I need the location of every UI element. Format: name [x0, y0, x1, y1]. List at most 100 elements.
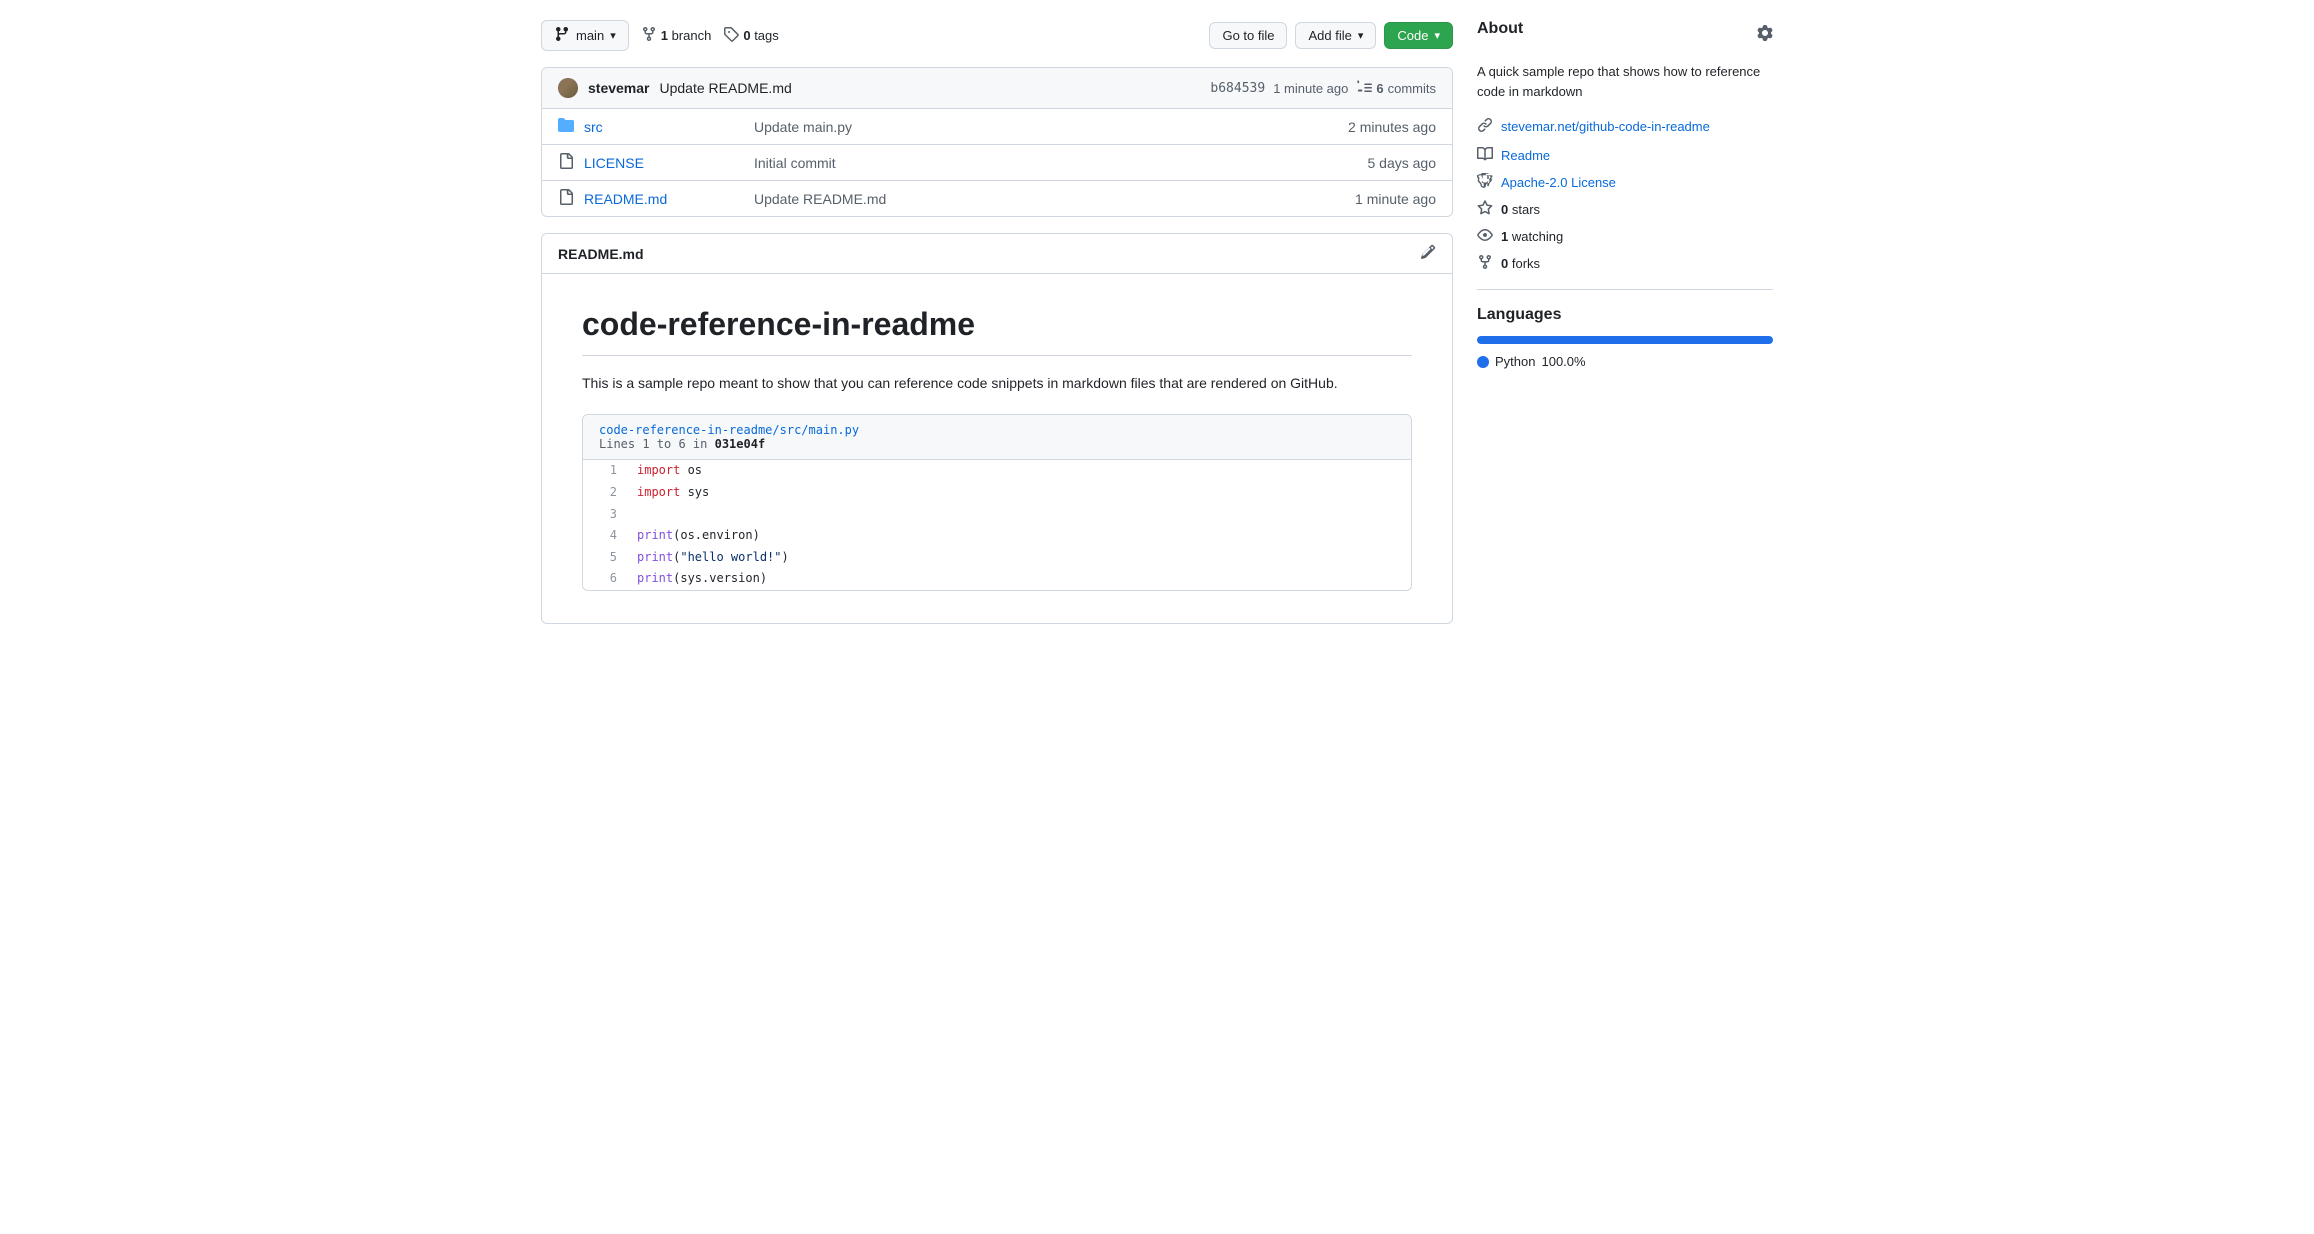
language-percent: 100.0%: [1541, 354, 1585, 369]
forks-count[interactable]: 0 forks: [1501, 256, 1540, 271]
line-code: import sys: [633, 482, 1411, 504]
tag-count[interactable]: 0 tags: [743, 28, 778, 43]
readme-item: Readme: [1477, 146, 1773, 165]
table-row: README.md Update README.md 1 minute ago: [542, 181, 1452, 216]
code-button[interactable]: Code ▾: [1384, 22, 1453, 49]
link-icon: [1477, 117, 1493, 136]
star-icon: [1477, 200, 1493, 219]
about-website-url: stevemar.net/github-code-in-readme: [1501, 119, 1710, 134]
eye-icon: [1477, 227, 1493, 246]
go-to-file-button[interactable]: Go to file: [1209, 22, 1287, 49]
readme-box: README.md code-reference-in-readme This …: [541, 233, 1453, 624]
chevron-down-icon: ▾: [610, 29, 616, 42]
readme-header: README.md: [542, 234, 1452, 274]
file-commit-msg: Initial commit: [754, 155, 1358, 171]
line-number: 6: [583, 568, 633, 590]
line-number: 4: [583, 525, 633, 547]
file-name[interactable]: LICENSE: [584, 155, 744, 171]
edit-readme-button[interactable]: [1420, 244, 1436, 263]
branch-selector-button[interactable]: main ▾: [541, 20, 629, 51]
about-title: About: [1477, 20, 1523, 38]
branch-fork-icon: [641, 26, 657, 45]
readme-label[interactable]: Readme: [1501, 148, 1550, 163]
toolbar-right: Go to file Add file ▾ Code ▾: [1209, 22, 1453, 49]
line-code: print("hello world!"): [633, 547, 1411, 569]
language-dot: [1477, 356, 1489, 368]
add-file-button[interactable]: Add file ▾: [1295, 22, 1376, 49]
commit-hash[interactable]: b684539: [1210, 81, 1265, 96]
line-number: 1: [583, 460, 633, 482]
license-item: Apache-2.0 License: [1477, 173, 1773, 192]
languages-title: Languages: [1477, 306, 1773, 324]
line-number: 2: [583, 482, 633, 504]
file-name[interactable]: src: [584, 119, 744, 135]
fork-icon: [1477, 254, 1493, 273]
law-icon: [1477, 173, 1493, 192]
book-icon: [1477, 146, 1493, 165]
code-ref-header: code-reference-in-readme/src/main.py Lin…: [583, 415, 1411, 460]
file-icon: [558, 189, 574, 208]
branch-count-info: 1 branch: [641, 26, 712, 45]
table-row: LICENSE Initial commit 5 days ago: [542, 145, 1452, 181]
language-bar: [1477, 336, 1773, 344]
stars-item: 0 stars: [1477, 200, 1773, 219]
watching-item: 1 watching: [1477, 227, 1773, 246]
stars-count[interactable]: 0 stars: [1501, 202, 1540, 217]
line-code: print(sys.version): [633, 568, 1411, 590]
readme-heading: code-reference-in-readme: [582, 306, 1412, 356]
branch-count[interactable]: 1 branch: [661, 28, 712, 43]
table-row: src Update main.py 2 minutes ago: [542, 109, 1452, 145]
code-table: 1 import os 2 import sys 3: [583, 460, 1411, 590]
line-code: import os: [633, 460, 1411, 482]
tag-count-info: 0 tags: [723, 26, 778, 45]
chevron-down-icon-add: ▾: [1358, 29, 1364, 42]
sidebar-divider: [1477, 289, 1773, 290]
settings-button[interactable]: [1757, 25, 1773, 46]
file-table: stevemar Update README.md b684539 1 minu…: [541, 67, 1453, 217]
about-website-link[interactable]: stevemar.net/github-code-in-readme: [1477, 117, 1773, 136]
file-time: 1 minute ago: [1355, 191, 1436, 207]
language-name: Python: [1495, 354, 1535, 369]
code-ref-path[interactable]: code-reference-in-readme/src/main.py: [599, 423, 1395, 437]
code-line: 5 print("hello world!"): [583, 547, 1411, 569]
file-time: 5 days ago: [1368, 155, 1437, 171]
readme-description: This is a sample repo meant to show that…: [582, 372, 1412, 394]
main-content: main ▾ 1 branch: [541, 20, 1453, 624]
language-item: Python 100.0%: [1477, 354, 1773, 369]
file-time: 2 minutes ago: [1348, 119, 1436, 135]
forks-item: 0 forks: [1477, 254, 1773, 273]
file-commit-msg: Update README.md: [754, 191, 1345, 207]
line-code: [633, 504, 1411, 526]
license-label[interactable]: Apache-2.0 License: [1501, 175, 1616, 190]
branch-name: main: [576, 28, 604, 43]
file-name[interactable]: README.md: [584, 191, 744, 207]
code-line: 1 import os: [583, 460, 1411, 482]
code-line: 3: [583, 504, 1411, 526]
readme-body: code-reference-in-readme This is a sampl…: [542, 274, 1452, 623]
tag-icon: [723, 26, 739, 45]
commit-time: 1 minute ago: [1273, 81, 1348, 96]
line-number: 5: [583, 547, 633, 569]
readme-title: README.md: [558, 246, 644, 262]
chevron-down-icon-code: ▾: [1434, 29, 1440, 42]
about-description: A quick sample repo that shows how to re…: [1477, 62, 1773, 101]
commit-message: Update README.md: [660, 80, 792, 96]
commits-link[interactable]: 6 commits: [1356, 80, 1436, 96]
code-line: 6 print(sys.version): [583, 568, 1411, 590]
code-line: 2 import sys: [583, 482, 1411, 504]
code-reference-box: code-reference-in-readme/src/main.py Lin…: [582, 414, 1412, 591]
folder-icon: [558, 117, 574, 136]
file-icon: [558, 153, 574, 172]
toolbar: main ▾ 1 branch: [541, 20, 1453, 51]
commit-author[interactable]: stevemar: [588, 80, 650, 96]
code-line: 4 print(os.environ): [583, 525, 1411, 547]
sidebar: About A quick sample repo that shows how…: [1477, 20, 1773, 624]
avatar: [558, 78, 578, 98]
commit-meta: b684539 1 minute ago 6 commits: [1210, 80, 1436, 96]
file-commit-msg: Update main.py: [754, 119, 1338, 135]
latest-commit-row: stevemar Update README.md b684539 1 minu…: [542, 68, 1452, 109]
code-ref-lines-label: Lines 1 to 6 in 031e04f: [599, 437, 1395, 451]
line-number: 3: [583, 504, 633, 526]
line-code: print(os.environ): [633, 525, 1411, 547]
watching-count[interactable]: 1 watching: [1501, 229, 1563, 244]
